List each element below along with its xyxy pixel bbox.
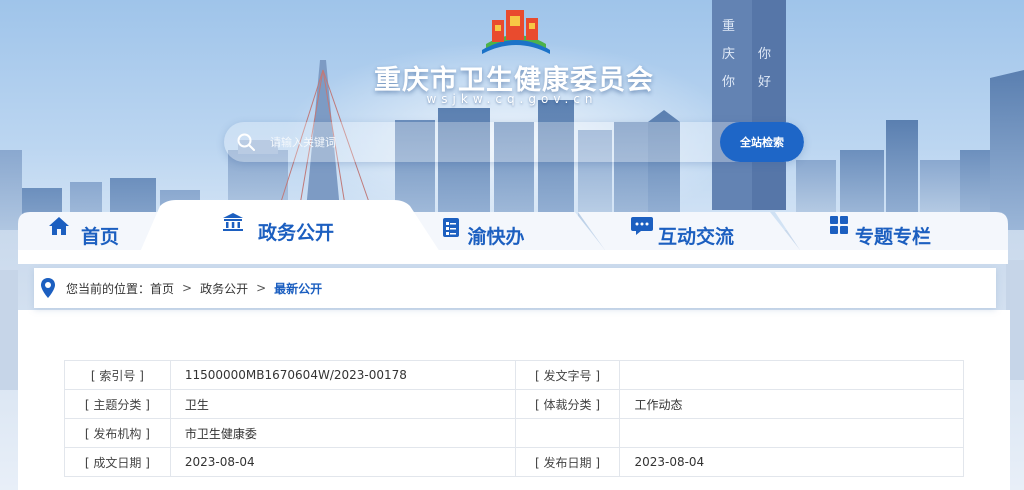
nav-special-topics[interactable]: 专题专栏: [830, 216, 948, 254]
meta-label-index: [ 索引号 ]: [64, 360, 171, 390]
site-search-button[interactable]: 全站检索: [720, 122, 804, 162]
meta-value-genre: 工作动态: [619, 389, 964, 419]
meta-label-genre: [ 体裁分类 ]: [514, 389, 621, 419]
table-row: [ 成文日期 ] 2023-08-04 [ 发布日期 ] 2023-08-04: [64, 447, 964, 477]
breadcrumb-prefix: 您当前的位置：: [66, 281, 151, 296]
breadcrumb: 您当前的位置： 首页 > 政务公开 > 最新公开: [34, 268, 996, 308]
meta-value-empty: [619, 418, 964, 448]
nav-government-affairs[interactable]: 政务公开: [222, 212, 362, 250]
nav-interaction-label: 互动交流: [657, 225, 734, 248]
svg-text:重: 重: [722, 18, 735, 34]
meta-label-publish-date: [ 发布日期 ]: [514, 447, 621, 477]
search-icon: [224, 122, 268, 162]
breadcrumb-separator: >: [182, 281, 193, 295]
meta-value-publish-date: 2023-08-04: [619, 447, 964, 477]
breadcrumb-separator: >: [256, 281, 267, 295]
breadcrumb-link-government-affairs[interactable]: 政务公开: [200, 280, 248, 297]
nav-home[interactable]: 首页: [48, 216, 144, 254]
table-row: [ 发布机构 ] 市卫生健康委: [64, 418, 964, 448]
site-domain: wsjkw.cq.gov.cn: [426, 92, 598, 106]
nav-special-topics-label: 专题专栏: [854, 225, 931, 248]
meta-label-topic: [ 主题分类 ]: [64, 389, 171, 419]
search-input[interactable]: [268, 122, 720, 162]
meta-value-written-date: 2023-08-04: [169, 447, 516, 477]
meta-label-publisher: [ 发布机构 ]: [64, 418, 171, 448]
nav-yukuaiban-label: 渝快办: [467, 225, 525, 248]
meta-value-publisher: 市卫生健康委: [169, 418, 516, 448]
meta-value-index: 11500000MB1670604W/2023-00178: [169, 360, 516, 390]
location-pin-icon: [40, 277, 56, 299]
meta-label-doc-number: [ 发文字号 ]: [514, 360, 621, 390]
search-bar: 全站检索: [224, 122, 804, 162]
meta-value-doc-number: [619, 360, 964, 390]
nav-interaction[interactable]: 互动交流: [630, 216, 754, 254]
site-logo: [482, 10, 550, 54]
meta-label-written-date: [ 成文日期 ]: [64, 447, 171, 477]
table-row: [ 主题分类 ] 卫生 [ 体裁分类 ] 工作动态: [64, 389, 964, 419]
breadcrumb-link-home[interactable]: 首页: [150, 280, 174, 297]
nav-home-label: 首页: [80, 225, 119, 248]
nav-government-affairs-label: 政务公开: [257, 221, 334, 244]
meta-label-empty: [514, 418, 621, 448]
document-metadata-table: [ 索引号 ] 11500000MB1670604W/2023-00178 [ …: [64, 360, 964, 477]
table-row: [ 索引号 ] 11500000MB1670604W/2023-00178 [ …: [64, 360, 964, 390]
breadcrumb-link-latest[interactable]: 最新公开: [274, 280, 322, 297]
meta-value-topic: 卫生: [169, 389, 516, 419]
nav-yukuaiban[interactable]: 渝快办: [442, 216, 542, 254]
